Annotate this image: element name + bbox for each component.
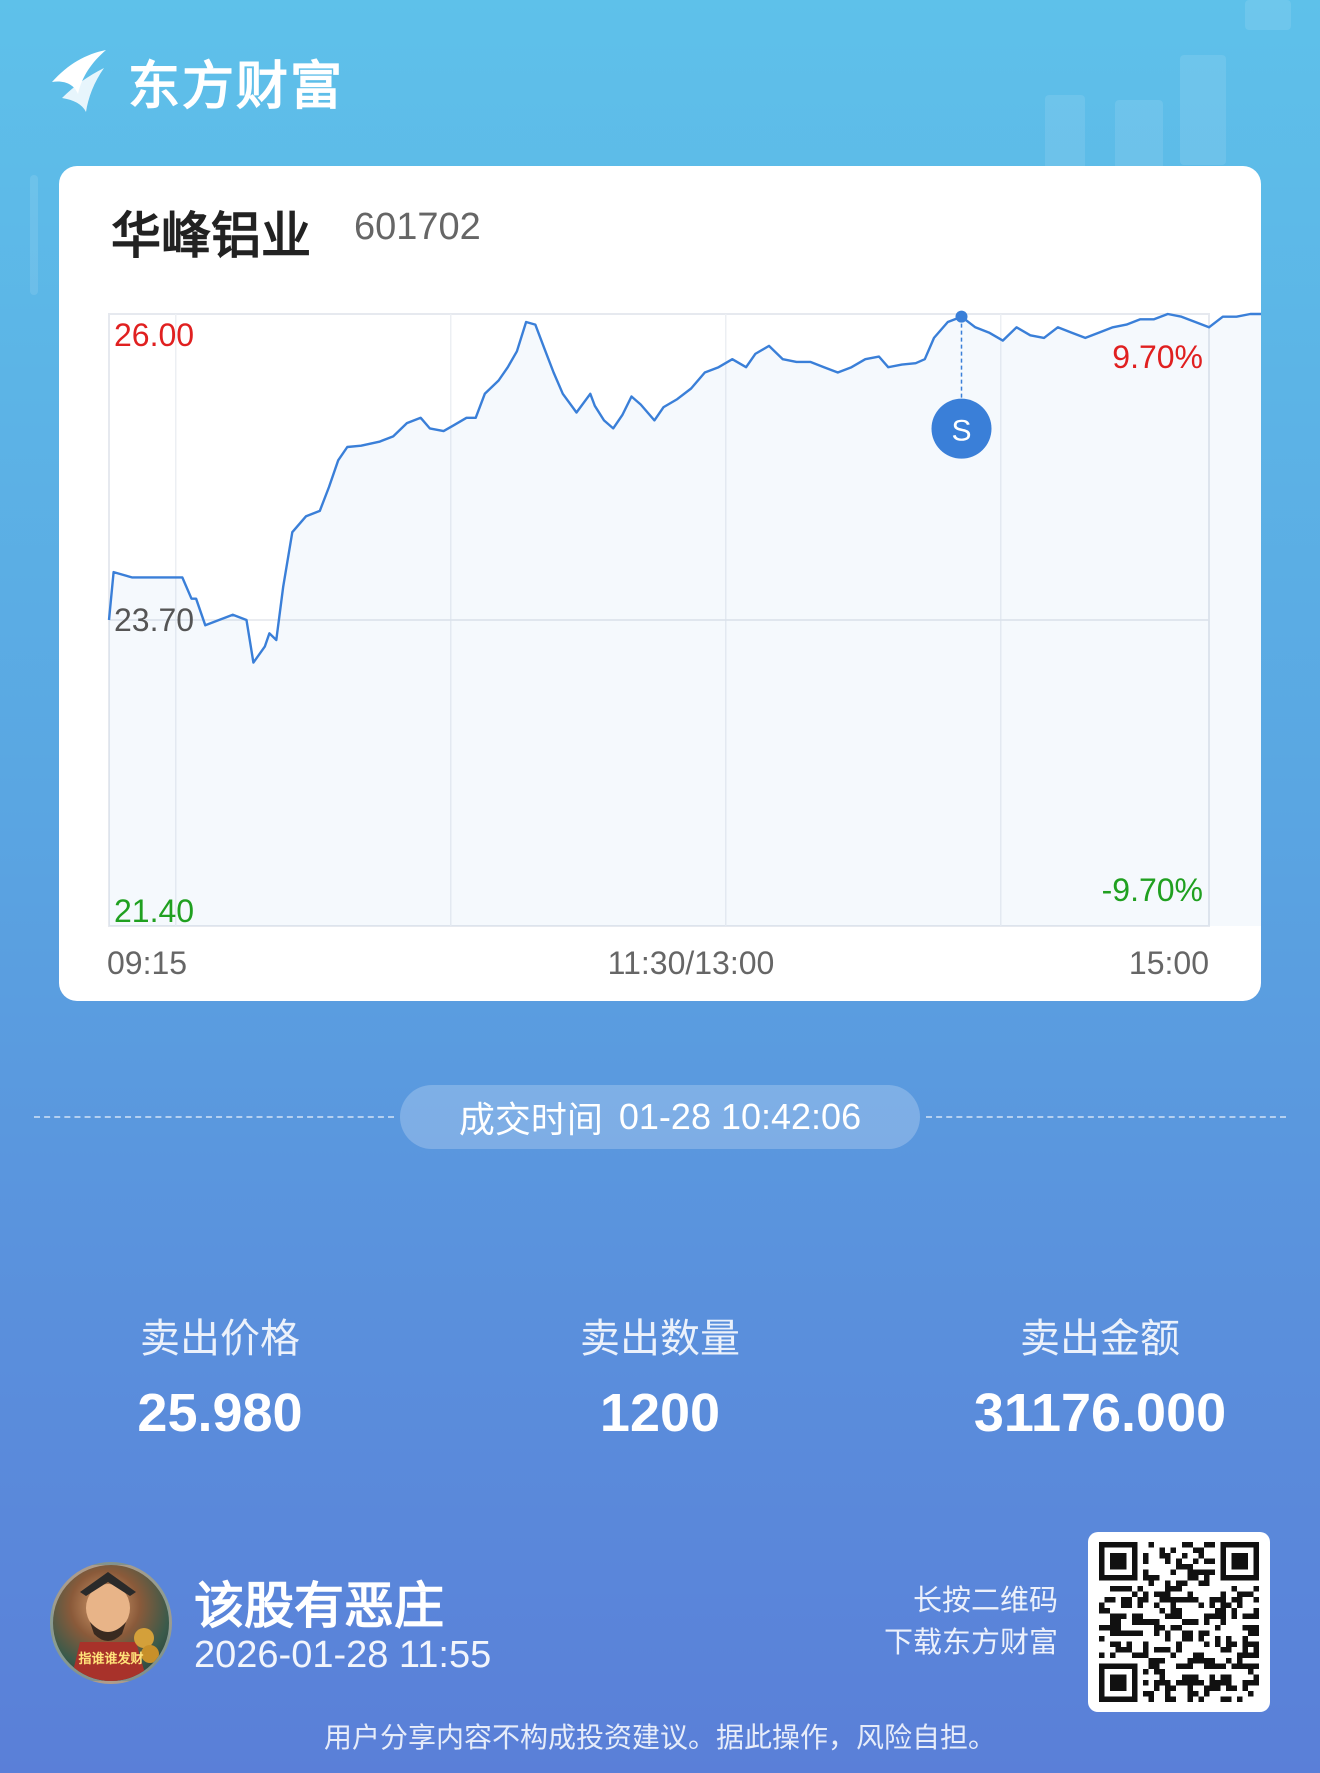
stat-label: 卖出数量 bbox=[580, 1317, 740, 1361]
stat-sell-price: 卖出价格 25.980 bbox=[40, 1306, 400, 1444]
qr-hint-line2: 下载东方财富 bbox=[883, 1627, 1058, 1659]
y-tick-low: 21.40 bbox=[114, 893, 194, 929]
brand-logo: 东方财富 bbox=[48, 46, 344, 116]
divider-left bbox=[34, 1116, 394, 1118]
trade-time-pill: 成交时间 01-28 10:42:06 bbox=[400, 1085, 920, 1149]
stat-value: 31176.000 bbox=[973, 1383, 1227, 1443]
qr-hint: 长按二维码 下载东方财富 bbox=[884, 1580, 1058, 1664]
x-tick-open: 09:15 bbox=[107, 945, 187, 981]
stat-sell-amount: 卖出金额 31176.000 bbox=[920, 1306, 1280, 1444]
background-candle bbox=[1115, 100, 1163, 170]
divider-right bbox=[926, 1116, 1286, 1118]
background-candle bbox=[30, 175, 38, 295]
avatar[interactable]: 指谁谁发财 bbox=[50, 1562, 172, 1684]
brand-name: 东方财富 bbox=[128, 57, 345, 116]
stat-value: 25.980 bbox=[137, 1383, 303, 1443]
y-tick-pct-high: 9.70% bbox=[1112, 339, 1203, 375]
stock-chart-card: 华峰铝业 601702 S 26.00 23.70 21.40 9.70% -9.70% 0… bbox=[59, 166, 1261, 1001]
y-tick-high: 26.00 bbox=[114, 317, 194, 353]
stat-value: 1200 bbox=[599, 1383, 721, 1443]
disclaimer: 用户分享内容不构成投资建议。据此操作，风险自担。 bbox=[323, 1722, 996, 1753]
avatar-caption: 指谁谁发财 bbox=[78, 1651, 144, 1666]
x-tick-close: 15:00 bbox=[1129, 945, 1209, 981]
qr-hint-line1: 长按二维码 bbox=[912, 1585, 1058, 1617]
post-time: 2026-01-28 11:55 bbox=[194, 1634, 492, 1676]
sell-marker-label: S bbox=[951, 415, 971, 448]
y-tick-prev-close: 23.70 bbox=[114, 602, 194, 638]
trade-time-value: 01-28 10:42:06 bbox=[618, 1096, 862, 1137]
x-tick-midday: 11:30/13:00 bbox=[608, 945, 775, 981]
brand-logo-icon bbox=[52, 50, 106, 112]
intraday-chart: S 26.00 23.70 21.40 9.70% -9.70% 09:15 11:30/13… bbox=[107, 310, 1261, 981]
background-candle bbox=[1245, 0, 1291, 30]
trade-time-label: 成交时间 bbox=[458, 1099, 603, 1140]
stat-label: 卖出金额 bbox=[1020, 1317, 1180, 1361]
stat-sell-quantity: 卖出数量 1200 bbox=[480, 1306, 840, 1444]
background-candle bbox=[1180, 55, 1226, 165]
qr-code[interactable] bbox=[1088, 1532, 1270, 1712]
y-tick-pct-low: -9.70% bbox=[1102, 872, 1203, 908]
qr-code-icon bbox=[1099, 1542, 1259, 1702]
post-title: 该股有恶庄 bbox=[194, 1578, 444, 1634]
chart-area bbox=[109, 314, 1261, 926]
stat-label: 卖出价格 bbox=[140, 1317, 300, 1361]
